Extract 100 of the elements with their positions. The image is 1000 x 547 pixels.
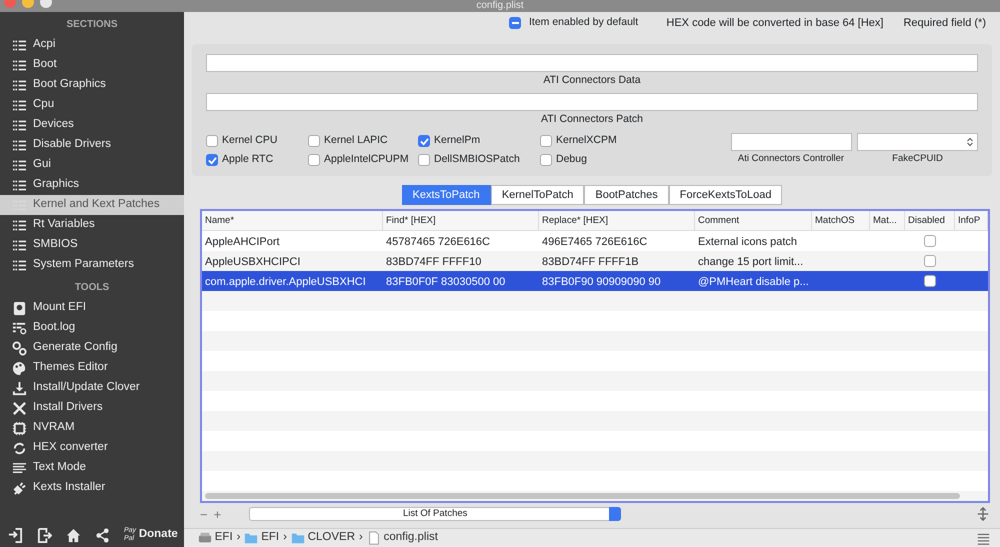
table-cell-text: 83FB0F0F 83030500 00 xyxy=(385,275,506,290)
checkbox[interactable] xyxy=(924,275,936,288)
list-icon xyxy=(12,138,27,152)
sidebar-item[interactable]: Kernel and Kext Patches xyxy=(0,195,184,215)
sidebar-item[interactable]: Mount EFI xyxy=(0,298,184,318)
column-header[interactable]: Name* xyxy=(202,211,383,232)
home-icon[interactable] xyxy=(66,528,81,542)
download-icon xyxy=(12,380,27,396)
list-icon xyxy=(12,98,27,112)
sidebar-item[interactable]: NVRAM xyxy=(0,418,184,438)
sidebar-item[interactable]: Graphics xyxy=(0,175,184,195)
text-field[interactable] xyxy=(730,132,852,150)
checkbox[interactable]: AppleIntelCPUPM xyxy=(308,152,418,168)
import-icon[interactable] xyxy=(8,528,23,542)
sidebar-item[interactable]: System Parameters xyxy=(0,255,184,275)
sidebar-item[interactable]: SMBIOS xyxy=(0,235,184,255)
sidebar-item[interactable]: Boot.log xyxy=(0,318,184,338)
sidebar-item[interactable]: Generate Config xyxy=(0,338,184,358)
tab[interactable]: ForceKextsToLoad xyxy=(668,184,782,206)
text-lines-icon xyxy=(12,460,27,476)
path-separator: › xyxy=(283,530,287,546)
checkbox[interactable]: Kernel CPU xyxy=(206,133,308,149)
sidebar-item[interactable]: HEX converter xyxy=(0,438,184,458)
path-separator: › xyxy=(236,530,240,546)
column-header[interactable]: Comment xyxy=(695,211,812,232)
field-label: ATI Connectors Data xyxy=(542,73,642,88)
resize-handle-icon[interactable] xyxy=(976,507,990,522)
sidebar-item[interactable]: Rt Variables xyxy=(0,215,184,235)
folder-icon xyxy=(244,531,258,545)
table-row[interactable]: AppleUSBXHCIPCI 83BD74FF FFFF10 83BD74FF FFFF1B change 15 port limit... xyxy=(202,251,988,272)
path-item[interactable]: CLOVER xyxy=(290,529,356,547)
column-header[interactable]: InfoP xyxy=(955,211,988,232)
list-popup[interactable]: List Of Patches xyxy=(249,507,622,522)
text-field[interactable] xyxy=(206,54,978,72)
export-icon[interactable] xyxy=(37,528,52,542)
table-cell-text: 45787465 726E616C xyxy=(385,235,491,250)
required-note: Required field (*) xyxy=(903,16,986,31)
path-item[interactable]: EFI xyxy=(198,529,233,547)
remove-button[interactable]: − xyxy=(200,504,208,524)
scroll-bar[interactable] xyxy=(205,493,960,500)
path-item[interactable]: config.plist xyxy=(366,529,438,547)
section-header: SECTIONS xyxy=(65,18,119,32)
checkbox[interactable]: Kernel LAPIC xyxy=(308,133,418,149)
sidebar-item[interactable]: Boot xyxy=(0,55,184,75)
sidebar-item[interactable]: Kexts Installer xyxy=(0,478,184,498)
column-header[interactable]: MatchOS xyxy=(812,211,870,232)
window-title: config.plist xyxy=(476,0,524,12)
check-icon xyxy=(420,136,428,146)
column-header[interactable]: Find* [HEX] xyxy=(383,211,539,232)
table-cell-text: External icons patch xyxy=(697,235,798,250)
log-icon xyxy=(12,320,27,336)
sidebar-item[interactable]: Devices xyxy=(0,115,184,135)
sidebar-item[interactable]: Text Mode xyxy=(0,458,184,478)
check-icon xyxy=(208,156,216,164)
path-item[interactable]: EFI xyxy=(244,529,280,547)
column-header[interactable]: Mat... xyxy=(870,211,905,232)
stepper-field[interactable] xyxy=(857,132,978,150)
table-cell-text: 496E7465 726E616C xyxy=(541,235,648,250)
refresh-icon xyxy=(12,440,27,456)
hex-note: HEX code will be converted in base 64 [Hex] xyxy=(666,16,884,31)
table-cell-text: 83BD74FF FFFF10 xyxy=(385,255,482,270)
list-icon xyxy=(12,58,27,72)
column-header[interactable]: Replace* [HEX] xyxy=(539,211,695,232)
table-cell-text: 83BD74FF FFFF1B xyxy=(541,255,640,270)
sidebar-item[interactable]: Gui xyxy=(0,155,184,175)
list-icon xyxy=(12,158,27,172)
checkbox[interactable]: DellSMBIOSPatch xyxy=(418,152,540,168)
tab[interactable]: BootPatches xyxy=(584,184,669,206)
list-icon xyxy=(12,118,27,132)
field-label: Ati Connectors Controller xyxy=(738,152,844,166)
share-icon[interactable] xyxy=(95,528,110,542)
menu-icon[interactable] xyxy=(977,532,990,544)
donate-label: Donate xyxy=(138,527,178,542)
add-button[interactable]: + xyxy=(214,504,222,524)
sidebar-item[interactable]: Cpu xyxy=(0,95,184,115)
sidebar-item[interactable]: Themes Editor xyxy=(0,358,184,378)
list-icon xyxy=(12,218,27,232)
checkbox[interactable]: KernelPm xyxy=(418,133,540,149)
sidebar-item[interactable]: Install Drivers xyxy=(0,398,184,418)
tab[interactable]: KextsToPatch xyxy=(402,184,491,206)
stepper-icon[interactable] xyxy=(966,136,974,148)
text-field[interactable] xyxy=(206,92,978,111)
table-row[interactable]: AppleAHCIPort 45787465 726E616C 496E7465 726E616C External icons patch xyxy=(202,231,988,252)
field-label: FakeCPUID xyxy=(892,152,943,166)
list-icon xyxy=(12,38,27,52)
checkbox[interactable] xyxy=(924,235,936,248)
checkbox[interactable]: Debug xyxy=(540,152,640,168)
checkbox[interactable]: KernelXCPM xyxy=(540,133,640,149)
file-icon xyxy=(366,531,381,545)
sidebar-item[interactable]: Disable Drivers xyxy=(0,135,184,155)
tab[interactable]: KernelToPatch xyxy=(490,184,584,206)
sidebar-item[interactable]: Boot Graphics xyxy=(0,75,184,95)
column-header[interactable]: Disabled xyxy=(905,211,955,232)
section-header: TOOLS xyxy=(74,281,110,295)
checkbox[interactable]: Apple RTC xyxy=(206,152,308,168)
sidebar-item[interactable]: Install/Update Clover xyxy=(0,378,184,398)
checkbox[interactable] xyxy=(924,255,936,268)
sidebar-item[interactable]: Acpi xyxy=(0,35,184,55)
path-separator: › xyxy=(359,530,363,546)
table-row[interactable]: com.apple.driver.AppleUSBXHCI 83FB0F0F 83030500 00 83FB0F90 90909090 90 @PMHeart disable p... xyxy=(202,271,988,292)
